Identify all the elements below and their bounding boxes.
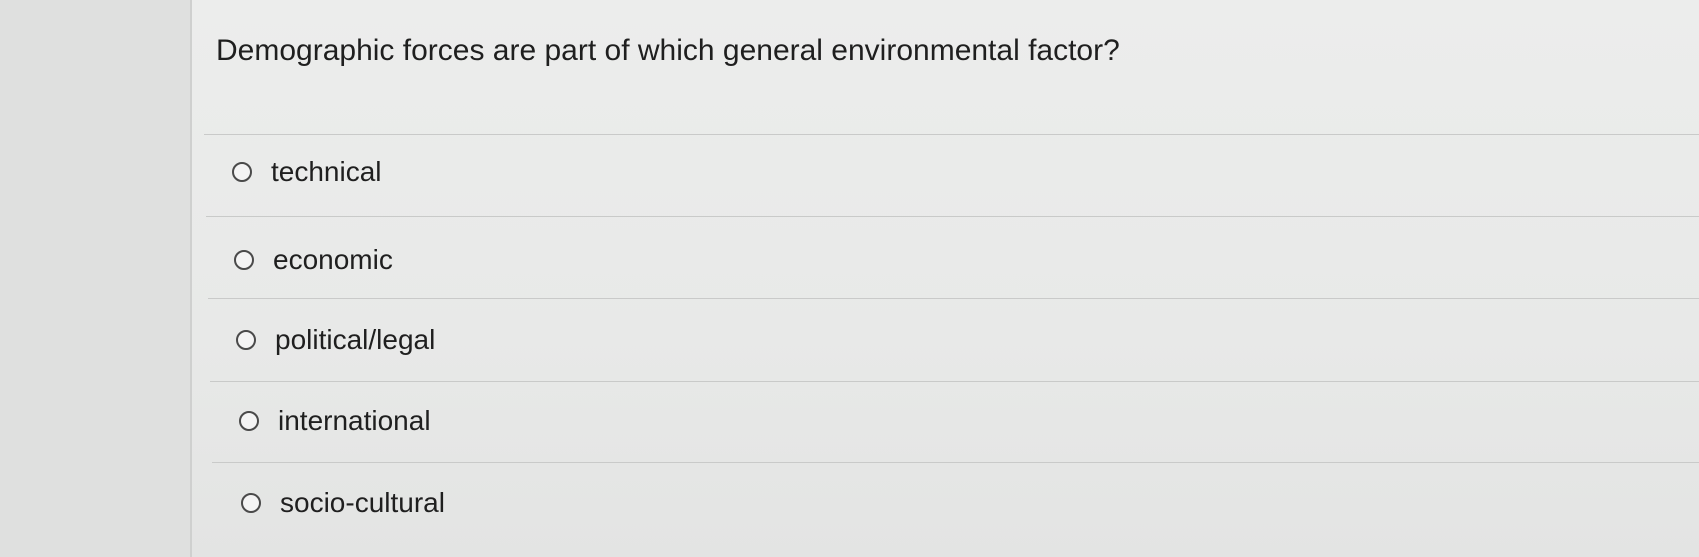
- option-political-legal[interactable]: political/legal: [236, 320, 435, 360]
- option-label: political/legal: [275, 324, 436, 355]
- option-economic[interactable]: economic: [234, 240, 393, 280]
- option-label: socio-cultural: [280, 487, 445, 518]
- divider: [210, 381, 1699, 382]
- divider: [212, 462, 1699, 463]
- option-label: international: [278, 405, 431, 436]
- option-label: technical: [271, 156, 382, 187]
- option-technical[interactable]: technical: [232, 152, 382, 192]
- radio-button-icon[interactable]: [232, 162, 252, 182]
- left-gutter: [0, 0, 192, 557]
- option-international[interactable]: international: [239, 401, 431, 441]
- divider: [204, 134, 1699, 135]
- option-label: economic: [273, 244, 393, 275]
- radio-button-icon[interactable]: [239, 411, 259, 431]
- radio-button-icon[interactable]: [234, 250, 254, 270]
- divider: [208, 298, 1699, 299]
- divider: [206, 216, 1699, 217]
- question-card: Demographic forces are part of which gen…: [192, 0, 1699, 557]
- question-text: Demographic forces are part of which gen…: [216, 34, 1120, 67]
- radio-button-icon[interactable]: [241, 493, 261, 513]
- option-socio-cultural[interactable]: socio-cultural: [241, 483, 445, 523]
- radio-button-icon[interactable]: [236, 330, 256, 350]
